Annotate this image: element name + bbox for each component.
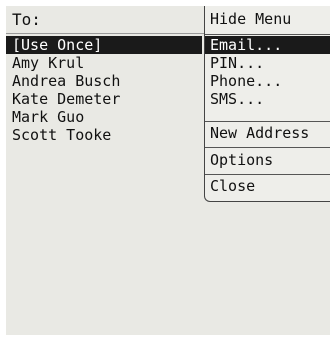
- contact-andrea-busch[interactable]: Andrea Busch: [6, 72, 202, 90]
- contact-mark-guo[interactable]: Mark Guo: [6, 108, 202, 126]
- menu-item-options[interactable]: Options: [205, 151, 330, 169]
- device-screen: To: [Use Once] Amy Krul Andrea Busch Kat…: [6, 6, 330, 335]
- contact-scott-tooke[interactable]: Scott Tooke: [6, 126, 202, 144]
- contact-amy-krul[interactable]: Amy Krul: [6, 54, 202, 72]
- menu-item-phone[interactable]: Phone...: [205, 72, 330, 90]
- menu-item-close[interactable]: Close: [205, 177, 330, 195]
- menu-separator: [205, 174, 330, 175]
- menu-separator: [205, 147, 330, 148]
- menu-separator: [205, 121, 330, 122]
- contact-kate-demeter[interactable]: Kate Demeter: [6, 90, 202, 108]
- menu-item-sms[interactable]: SMS...: [205, 90, 330, 108]
- menu-item-hide-menu[interactable]: Hide Menu: [205, 10, 330, 28]
- to-label: To:: [12, 10, 41, 29]
- contact-use-once[interactable]: [Use Once]: [6, 36, 202, 54]
- menu-item-new-address[interactable]: New Address: [205, 124, 330, 142]
- contact-list[interactable]: [Use Once] Amy Krul Andrea Busch Kate De…: [6, 36, 202, 144]
- menu-separator: [205, 34, 330, 35]
- menu-item-pin[interactable]: PIN...: [205, 54, 330, 72]
- context-menu: Hide Menu Email... PIN... Phone... SMS..…: [204, 6, 330, 202]
- menu-item-email[interactable]: Email...: [205, 36, 330, 54]
